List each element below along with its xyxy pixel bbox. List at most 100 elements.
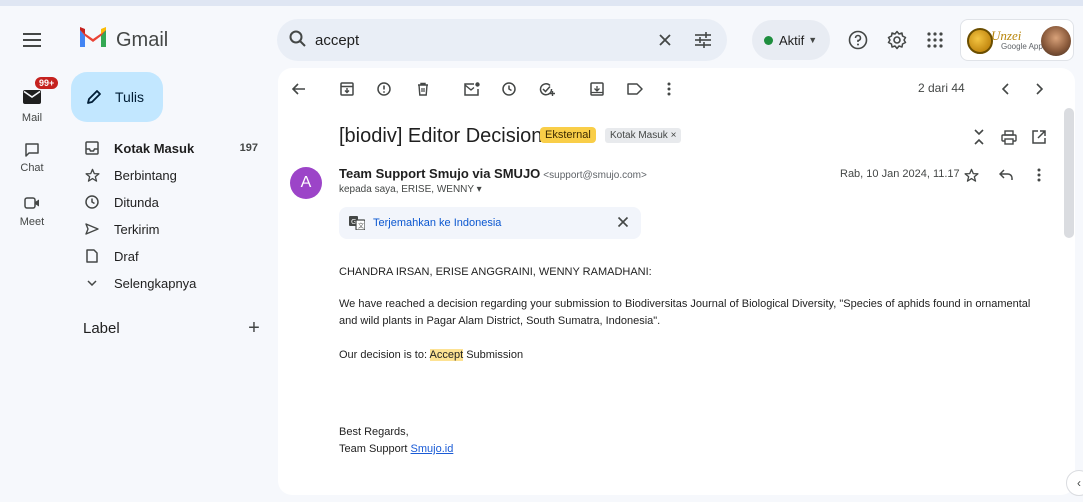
print-button[interactable] xyxy=(998,126,1020,148)
external-badge: Eksternal xyxy=(540,127,596,143)
report-icon xyxy=(377,82,391,96)
email-date: Rab, 10 Jan 2024, 11.17 xyxy=(840,168,960,180)
clock-icon xyxy=(502,82,516,96)
account-button[interactable]: Unzei Google Apps xyxy=(960,19,1074,61)
decision-prefix: Our decision is to: xyxy=(339,349,430,361)
dismiss-translate-button[interactable] xyxy=(617,216,631,230)
sidebar-item-sent[interactable]: Terkirim xyxy=(80,216,270,242)
archive-button[interactable] xyxy=(336,78,358,100)
reply-button[interactable] xyxy=(995,164,1017,186)
add-task-icon xyxy=(539,83,555,96)
sidebar-item-snoozed[interactable]: Ditunda xyxy=(80,189,270,215)
sidebar-item-drafts[interactable]: Draf xyxy=(80,243,270,269)
compose-button[interactable]: Tulis xyxy=(71,72,163,122)
message-panel: 2 dari 44 [biodiv] Editor Decision Ekste… xyxy=(278,68,1075,495)
rail-chat[interactable]: Chat xyxy=(8,142,56,174)
trash-icon xyxy=(418,82,428,96)
recipients-dropdown[interactable]: kepada saya, ERISE, WENNY ▾ xyxy=(339,184,482,195)
translate-icon: G文 xyxy=(349,216,365,230)
rail-meet[interactable]: Meet xyxy=(8,196,56,228)
search-bar[interactable] xyxy=(277,19,727,61)
label-icon xyxy=(627,83,643,95)
draft-icon xyxy=(86,249,98,263)
sender-avatar[interactable]: A xyxy=(290,167,322,199)
archive-icon xyxy=(340,82,354,96)
close-icon xyxy=(617,216,629,228)
inbox-icon xyxy=(85,141,99,155)
snooze-button[interactable] xyxy=(498,78,520,100)
settings-button[interactable] xyxy=(884,27,910,53)
message-more-button[interactable] xyxy=(1028,164,1050,186)
chevron-down-icon xyxy=(87,280,97,286)
chat-icon-wrap xyxy=(8,142,56,162)
email-decision: Our decision is to: Accept Submission xyxy=(339,347,1039,364)
more-actions-button[interactable] xyxy=(658,78,680,100)
report-spam-button[interactable] xyxy=(373,78,395,100)
signature-text: Team Support xyxy=(339,443,411,455)
back-button[interactable] xyxy=(288,78,310,100)
mail-pill: 99+ xyxy=(12,76,60,110)
clock-icon xyxy=(85,195,99,209)
plus-icon: + xyxy=(248,316,260,339)
search-input[interactable] xyxy=(315,30,615,50)
compose-label: Tulis xyxy=(115,89,145,105)
translate-link[interactable]: Terjemahkan ke Indonesia xyxy=(373,217,501,229)
add-to-tasks-button[interactable] xyxy=(536,78,558,100)
open-new-window-button[interactable] xyxy=(1028,126,1050,148)
sidebar-item-label: Draf xyxy=(114,248,139,264)
star-button[interactable] xyxy=(960,164,982,186)
rail-mail[interactable]: 99+ Mail xyxy=(8,76,60,124)
star-icon xyxy=(963,168,979,182)
arrow-left-icon xyxy=(292,83,305,95)
avatar[interactable] xyxy=(1041,26,1071,56)
more-vertical-icon xyxy=(667,82,671,96)
email-signature: Team Support Smujo.id xyxy=(339,441,1039,458)
inbox-label-chip[interactable]: Kotak Masuk × xyxy=(605,128,682,143)
mark-unread-icon xyxy=(464,82,480,96)
meet-icon-wrap xyxy=(8,196,56,216)
translate-bar: G文 Terjemahkan ke Indonesia xyxy=(339,207,641,239)
open-in-new-icon xyxy=(1032,130,1046,144)
collapse-all-button[interactable] xyxy=(968,126,990,148)
rail-label: Mail xyxy=(21,112,43,124)
email-paragraph: We have reached a decision regarding you… xyxy=(339,298,1031,327)
search-options-button[interactable] xyxy=(691,28,715,52)
chevron-down-icon: ▼ xyxy=(808,35,818,45)
status-selector[interactable]: Aktif ▼ xyxy=(752,20,830,60)
search-icon[interactable] xyxy=(289,30,307,48)
printer-icon xyxy=(1001,129,1017,145)
newer-button[interactable] xyxy=(994,78,1016,100)
sidebar-item-label: Selengkapnya xyxy=(114,275,197,291)
app-name: Gmail xyxy=(116,29,169,51)
gear-icon xyxy=(887,30,907,50)
main-menu-button[interactable] xyxy=(14,22,50,58)
label-button[interactable] xyxy=(624,78,646,100)
chevron-left-icon xyxy=(1001,83,1009,95)
delete-button[interactable] xyxy=(412,78,434,100)
video-camera-icon xyxy=(24,197,39,209)
email-subject: [biodiv] Editor Decision xyxy=(339,125,543,147)
gmail-logo[interactable] xyxy=(78,25,110,53)
move-to-icon xyxy=(590,82,604,96)
signature-link[interactable]: Smujo.id xyxy=(411,443,454,455)
add-label-button[interactable]: + xyxy=(242,316,266,340)
reply-icon xyxy=(999,169,1013,180)
status-dot xyxy=(764,35,773,45)
more-vertical-icon xyxy=(1037,168,1041,182)
sender-line: Team Support Smujo via SMUJO <support@smu… xyxy=(339,166,647,181)
collapse-icon xyxy=(974,129,984,145)
apps-button[interactable] xyxy=(922,27,948,53)
sender-name[interactable]: Team Support Smujo via SMUJO xyxy=(339,166,540,181)
clear-search-button[interactable] xyxy=(653,28,677,52)
sidebar-item-more[interactable]: Selengkapnya xyxy=(80,270,270,296)
sidebar-item-inbox[interactable]: Kotak Masuk 197 xyxy=(80,135,270,161)
search-highlight: Accept xyxy=(429,349,464,361)
scrollbar-thumb[interactable] xyxy=(1064,108,1074,238)
mark-unread-button[interactable] xyxy=(461,78,483,100)
move-to-button[interactable] xyxy=(586,78,608,100)
older-button[interactable] xyxy=(1028,78,1050,100)
support-button[interactable] xyxy=(845,27,871,53)
apps-grid-icon xyxy=(927,32,943,48)
gmail-m-icon xyxy=(80,27,106,47)
sidebar-item-starred[interactable]: Berbintang xyxy=(80,162,270,188)
